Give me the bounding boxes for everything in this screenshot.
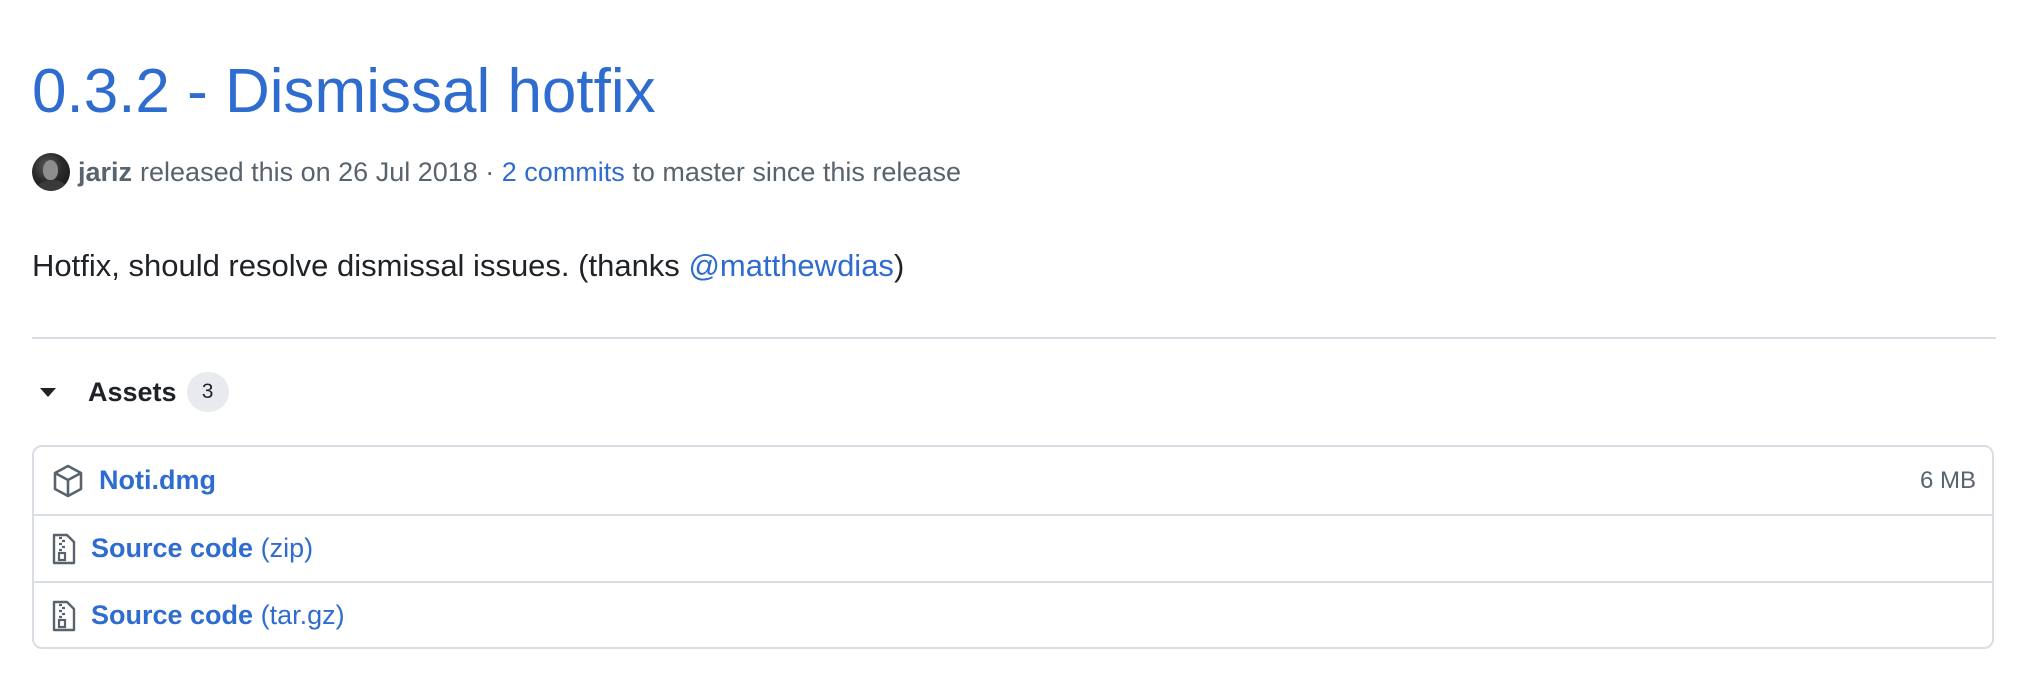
- asset-link[interactable]: Source code: [91, 533, 253, 564]
- asset-row: Source code (tar.gz): [34, 581, 1992, 647]
- assets-toggle[interactable]: Assets 3: [32, 370, 229, 414]
- release-notes-closing: ): [893, 248, 905, 283]
- divider: [32, 337, 1996, 339]
- release-notes-text: Hotfix, should resolve dismissal issues.…: [32, 248, 680, 283]
- avatar-face: [43, 160, 58, 180]
- file-zip-icon: [49, 532, 79, 566]
- author-link[interactable]: jariz: [78, 157, 132, 188]
- release-meta: jariz released this on 26 Jul 2018 · 2 c…: [32, 152, 961, 192]
- asset-row: Noti.dmg 6 MB: [34, 447, 1992, 514]
- asset-format[interactable]: (tar.gz): [261, 600, 345, 631]
- assets-count-badge: 3: [186, 372, 229, 412]
- asset-link[interactable]: Noti.dmg: [99, 465, 216, 496]
- release-notes: Hotfix, should resolve dismissal issues.…: [32, 244, 904, 288]
- release-title[interactable]: 0.3.2 - Dismissal hotfix: [32, 52, 656, 132]
- assets-label: Assets: [88, 376, 177, 407]
- asset-format[interactable]: (zip): [261, 533, 314, 564]
- asset-size: 6 MB: [1919, 466, 1976, 494]
- package-icon: [51, 464, 85, 498]
- caret-down-icon: [40, 387, 56, 397]
- avatar[interactable]: [32, 153, 70, 191]
- released-text: released this on 26 Jul 2018 ·: [140, 156, 495, 187]
- avatar-body: [37, 180, 67, 191]
- asset-row: Source code (zip): [34, 514, 1992, 581]
- commits-link[interactable]: 2 commits: [502, 157, 625, 188]
- since-text: to master since this release: [632, 156, 961, 187]
- assets-list: Noti.dmg 6 MB Source code (zip) Source c…: [32, 445, 1994, 649]
- file-zip-icon: [49, 599, 79, 633]
- asset-link[interactable]: Source code: [91, 600, 253, 631]
- mention-link[interactable]: @matthewdias: [688, 248, 894, 283]
